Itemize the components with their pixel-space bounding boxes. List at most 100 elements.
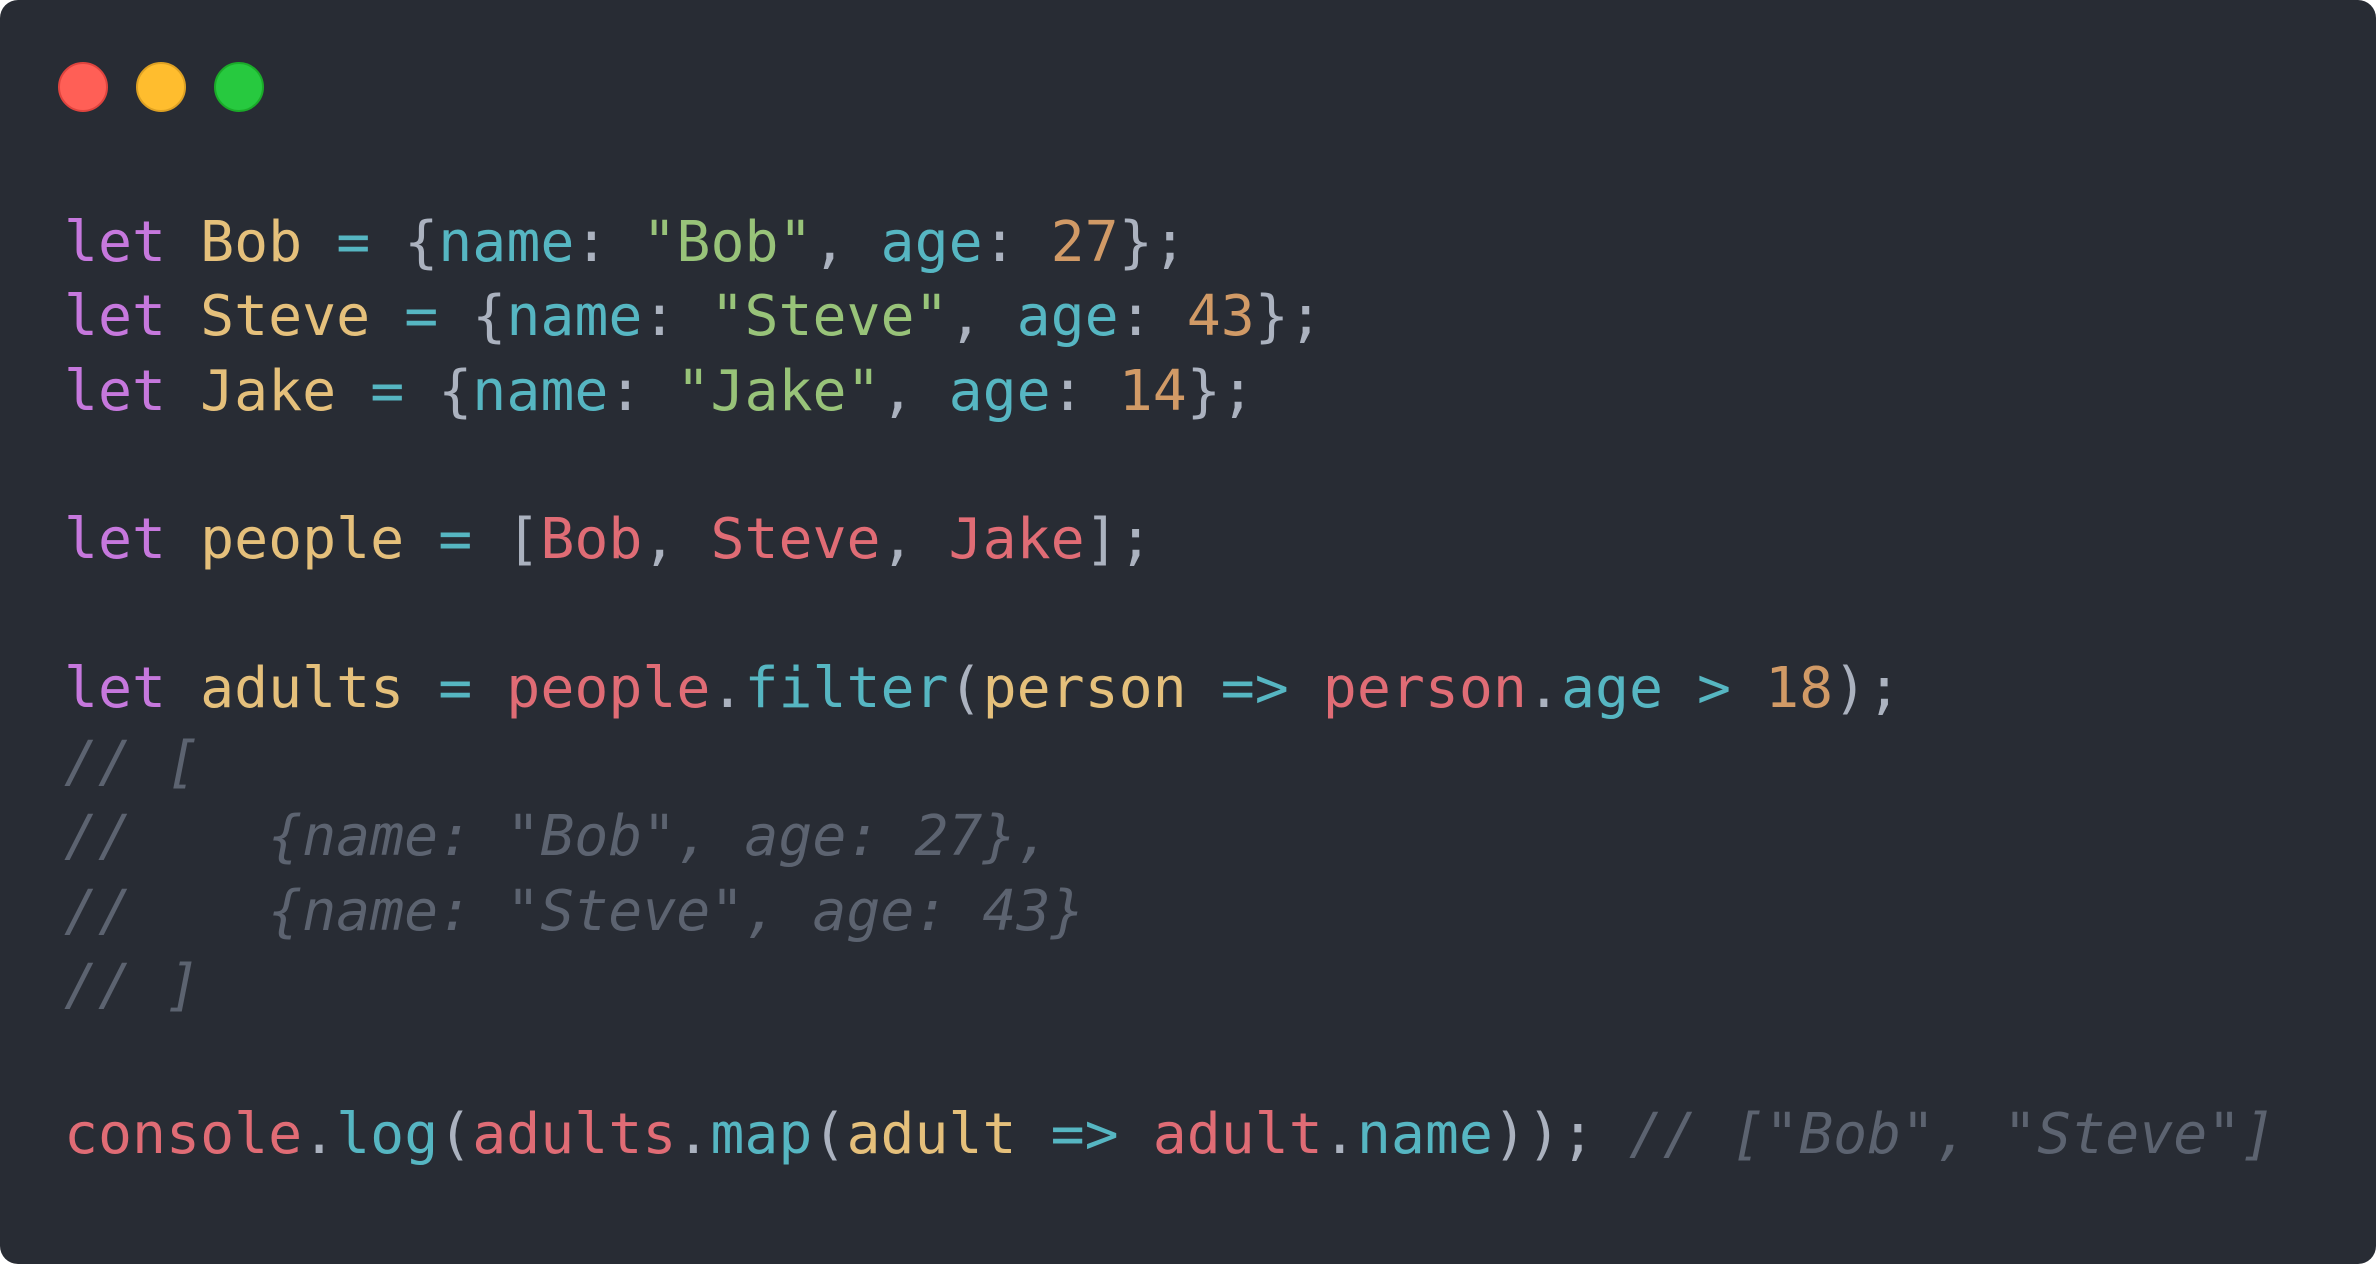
code-token-var: Steve (710, 507, 881, 573)
code-token-string: "Steve" (710, 284, 949, 350)
code-token-op: = (336, 210, 371, 275)
code-token-punct (1595, 1102, 1629, 1167)
code-token-keyword: let (64, 358, 167, 424)
zoom-button[interactable] (214, 62, 264, 112)
code-token-punct: { (438, 358, 473, 424)
code-token-punct: , (948, 284, 1017, 350)
code-token-punct: : (608, 358, 677, 424)
code-token-comment: // ["Bob", "Steve"] (1628, 1101, 2276, 1167)
code-token-comment: // {name: "Steve", age: 43} (64, 878, 1085, 944)
code-token-comment: // {name: "Bob", age: 27}, (64, 804, 1051, 870)
code-window: let Bob = {name: "Bob", age: 27}; let Ste… (0, 0, 2376, 1264)
code-token-var: person (1322, 655, 1527, 721)
code-line: let people = [Bob, Steve, Jake]; (64, 503, 2275, 577)
code-token-punct (1187, 656, 1221, 721)
code-token-def: Jake (200, 358, 337, 424)
code-line: // {name: "Steve", age: 43} (64, 875, 2275, 949)
code-token-param: adult (846, 1101, 1017, 1167)
code-token-punct (166, 656, 200, 721)
code-token-punct (472, 656, 506, 721)
code-token-punct (1017, 1102, 1051, 1167)
code-token-punct (166, 210, 200, 275)
code-token-punct: { (404, 210, 439, 275)
code-token-op: = (438, 507, 473, 573)
code-token-punct: . (1322, 1101, 1357, 1167)
code-token-punct: ); (1833, 655, 1902, 721)
code-token-punct (1663, 656, 1697, 721)
code-token-def: people (200, 507, 405, 573)
code-token-prop: age (1016, 284, 1119, 350)
code-token-method: map (710, 1101, 813, 1167)
code-token-punct (438, 284, 472, 349)
code-token-punct (1119, 1102, 1153, 1167)
minimize-button[interactable] (136, 62, 186, 112)
code-token-punct: , (642, 507, 711, 573)
window-controls (58, 62, 264, 114)
code-token-method: filter (744, 655, 949, 721)
code-token-prop: name (438, 210, 575, 275)
code-token-prop: age (948, 358, 1051, 424)
code-line: // ] (64, 949, 2275, 1023)
code-token-punct: : (642, 284, 711, 350)
code-token-punct (166, 507, 200, 572)
code-token-punct: ( (948, 655, 983, 721)
code-token-punct (370, 284, 404, 349)
code-token-punct (472, 507, 506, 572)
code-token-keyword: let (64, 507, 167, 573)
code-token-prop: age (880, 210, 983, 275)
code-token-var: Bob (540, 507, 643, 573)
code-token-punct: . (676, 1101, 711, 1167)
code-token-punct (370, 210, 404, 275)
code-block: let Bob = {name: "Bob", age: 27}; let Ste… (64, 206, 2275, 1172)
code-token-comment: // [ (64, 730, 201, 796)
code-line: let Bob = {name: "Bob", age: 27}; (64, 206, 2275, 280)
code-token-punct: [ (506, 507, 541, 573)
code-token-punct (404, 507, 438, 572)
code-token-keyword: let (64, 655, 167, 721)
code-token-punct (1289, 656, 1323, 721)
code-token-punct (166, 284, 200, 349)
code-token-punct: ]; (1084, 507, 1153, 573)
code-token-punct: : (982, 210, 1051, 275)
code-token-punct: . (302, 1101, 337, 1167)
code-line: let Jake = {name: "Jake", age: 14}; (64, 355, 2275, 429)
code-token-method: log (336, 1101, 439, 1167)
code-token-punct: ( (812, 1101, 847, 1167)
code-token-op: = (438, 655, 473, 721)
code-token-punct (404, 359, 438, 424)
code-token-punct: }; (1186, 358, 1255, 424)
code-token-var: people (506, 655, 711, 721)
code-token-punct (404, 656, 438, 721)
code-token-punct (302, 210, 336, 275)
code-token-var: console (64, 1101, 303, 1167)
code-token-punct: ( (438, 1101, 473, 1167)
code-token-op: = (370, 358, 405, 424)
code-token-punct: , (880, 507, 949, 573)
code-token-punct: , (812, 210, 881, 275)
code-token-punct (166, 359, 200, 424)
code-token-def: adults (200, 655, 405, 721)
code-token-punct: . (1526, 655, 1561, 721)
code-token-punct: }; (1118, 210, 1187, 275)
code-token-punct: }; (1254, 284, 1323, 350)
code-line: console.log(adults.map(adult => adult.na… (64, 1098, 2275, 1172)
code-token-punct: { (472, 284, 507, 350)
code-token-param: person (982, 655, 1187, 721)
close-button[interactable] (58, 62, 108, 112)
code-line: // {name: "Bob", age: 27}, (64, 800, 2275, 874)
code-token-keyword: let (64, 210, 167, 275)
code-token-prop: name (472, 358, 609, 424)
code-token-op: => (1220, 655, 1289, 721)
code-token-punct: : (1118, 284, 1187, 350)
code-token-var: adult (1152, 1101, 1323, 1167)
code-line: // [ (64, 726, 2275, 800)
code-token-punct: : (1050, 358, 1119, 424)
code-token-def: Steve (200, 284, 371, 350)
code-line: let Steve = {name: "Steve", age: 43}; (64, 280, 2275, 354)
code-token-var: Jake (948, 507, 1085, 573)
code-token-punct: , (880, 358, 949, 424)
code-token-number: 27 (1050, 210, 1119, 275)
code-token-punct: )); (1492, 1101, 1595, 1167)
